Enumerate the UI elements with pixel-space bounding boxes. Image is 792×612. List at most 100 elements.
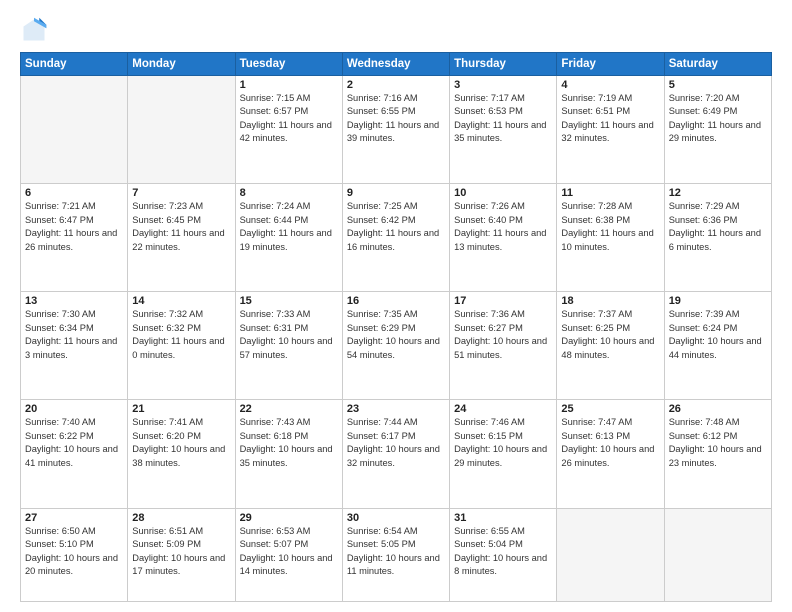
calendar-cell: 22Sunrise: 7:43 AM Sunset: 6:18 PM Dayli… [235, 400, 342, 508]
day-number: 18 [561, 295, 659, 307]
day-number: 16 [347, 295, 445, 307]
day-number: 6 [25, 187, 123, 199]
calendar-cell: 11Sunrise: 7:28 AM Sunset: 6:38 PM Dayli… [557, 184, 664, 292]
calendar-cell: 6Sunrise: 7:21 AM Sunset: 6:47 PM Daylig… [21, 184, 128, 292]
calendar-cell: 25Sunrise: 7:47 AM Sunset: 6:13 PM Dayli… [557, 400, 664, 508]
calendar-cell: 9Sunrise: 7:25 AM Sunset: 6:42 PM Daylig… [342, 184, 449, 292]
day-info: Sunrise: 7:16 AM Sunset: 6:55 PM Dayligh… [347, 92, 445, 146]
day-info: Sunrise: 7:37 AM Sunset: 6:25 PM Dayligh… [561, 308, 659, 362]
calendar-cell: 12Sunrise: 7:29 AM Sunset: 6:36 PM Dayli… [664, 184, 771, 292]
calendar-cell [21, 76, 128, 184]
day-number: 30 [347, 512, 445, 524]
day-number: 28 [132, 512, 230, 524]
day-number: 8 [240, 187, 338, 199]
calendar-cell [664, 508, 771, 601]
day-info: Sunrise: 7:19 AM Sunset: 6:51 PM Dayligh… [561, 92, 659, 146]
calendar-cell: 20Sunrise: 7:40 AM Sunset: 6:22 PM Dayli… [21, 400, 128, 508]
weekday-header-wednesday: Wednesday [342, 53, 449, 76]
calendar-cell: 13Sunrise: 7:30 AM Sunset: 6:34 PM Dayli… [21, 292, 128, 400]
day-number: 27 [25, 512, 123, 524]
day-number: 7 [132, 187, 230, 199]
weekday-header-tuesday: Tuesday [235, 53, 342, 76]
calendar-cell: 29Sunrise: 6:53 AM Sunset: 5:07 PM Dayli… [235, 508, 342, 601]
weekday-header-row: SundayMondayTuesdayWednesdayThursdayFrid… [21, 53, 772, 76]
header [20, 16, 772, 44]
week-row-5: 27Sunrise: 6:50 AM Sunset: 5:10 PM Dayli… [21, 508, 772, 601]
day-info: Sunrise: 7:23 AM Sunset: 6:45 PM Dayligh… [132, 200, 230, 254]
calendar-cell: 31Sunrise: 6:55 AM Sunset: 5:04 PM Dayli… [450, 508, 557, 601]
logo-icon [20, 16, 48, 44]
page: SundayMondayTuesdayWednesdayThursdayFrid… [0, 0, 792, 612]
calendar-cell: 15Sunrise: 7:33 AM Sunset: 6:31 PM Dayli… [235, 292, 342, 400]
calendar-cell: 18Sunrise: 7:37 AM Sunset: 6:25 PM Dayli… [557, 292, 664, 400]
week-row-1: 1Sunrise: 7:15 AM Sunset: 6:57 PM Daylig… [21, 76, 772, 184]
day-info: Sunrise: 7:40 AM Sunset: 6:22 PM Dayligh… [25, 416, 123, 470]
calendar-cell: 16Sunrise: 7:35 AM Sunset: 6:29 PM Dayli… [342, 292, 449, 400]
weekday-header-saturday: Saturday [664, 53, 771, 76]
day-number: 31 [454, 512, 552, 524]
day-number: 12 [669, 187, 767, 199]
day-info: Sunrise: 7:33 AM Sunset: 6:31 PM Dayligh… [240, 308, 338, 362]
day-info: Sunrise: 7:48 AM Sunset: 6:12 PM Dayligh… [669, 416, 767, 470]
day-info: Sunrise: 7:20 AM Sunset: 6:49 PM Dayligh… [669, 92, 767, 146]
day-number: 3 [454, 79, 552, 91]
day-info: Sunrise: 7:26 AM Sunset: 6:40 PM Dayligh… [454, 200, 552, 254]
day-number: 4 [561, 79, 659, 91]
calendar-table: SundayMondayTuesdayWednesdayThursdayFrid… [20, 52, 772, 602]
day-info: Sunrise: 7:44 AM Sunset: 6:17 PM Dayligh… [347, 416, 445, 470]
week-row-2: 6Sunrise: 7:21 AM Sunset: 6:47 PM Daylig… [21, 184, 772, 292]
week-row-3: 13Sunrise: 7:30 AM Sunset: 6:34 PM Dayli… [21, 292, 772, 400]
day-info: Sunrise: 7:28 AM Sunset: 6:38 PM Dayligh… [561, 200, 659, 254]
day-info: Sunrise: 7:17 AM Sunset: 6:53 PM Dayligh… [454, 92, 552, 146]
logo [20, 16, 52, 44]
calendar-cell: 8Sunrise: 7:24 AM Sunset: 6:44 PM Daylig… [235, 184, 342, 292]
day-info: Sunrise: 7:43 AM Sunset: 6:18 PM Dayligh… [240, 416, 338, 470]
day-info: Sunrise: 7:15 AM Sunset: 6:57 PM Dayligh… [240, 92, 338, 146]
day-number: 2 [347, 79, 445, 91]
calendar-cell: 17Sunrise: 7:36 AM Sunset: 6:27 PM Dayli… [450, 292, 557, 400]
calendar-cell: 10Sunrise: 7:26 AM Sunset: 6:40 PM Dayli… [450, 184, 557, 292]
calendar-cell: 30Sunrise: 6:54 AM Sunset: 5:05 PM Dayli… [342, 508, 449, 601]
calendar-cell: 14Sunrise: 7:32 AM Sunset: 6:32 PM Dayli… [128, 292, 235, 400]
day-number: 10 [454, 187, 552, 199]
calendar-cell: 21Sunrise: 7:41 AM Sunset: 6:20 PM Dayli… [128, 400, 235, 508]
day-info: Sunrise: 7:35 AM Sunset: 6:29 PM Dayligh… [347, 308, 445, 362]
day-info: Sunrise: 6:55 AM Sunset: 5:04 PM Dayligh… [454, 525, 552, 579]
day-info: Sunrise: 7:36 AM Sunset: 6:27 PM Dayligh… [454, 308, 552, 362]
day-number: 21 [132, 403, 230, 415]
day-number: 25 [561, 403, 659, 415]
day-number: 11 [561, 187, 659, 199]
day-number: 19 [669, 295, 767, 307]
calendar-cell: 26Sunrise: 7:48 AM Sunset: 6:12 PM Dayli… [664, 400, 771, 508]
day-number: 5 [669, 79, 767, 91]
day-info: Sunrise: 7:21 AM Sunset: 6:47 PM Dayligh… [25, 200, 123, 254]
calendar-cell [128, 76, 235, 184]
day-info: Sunrise: 7:46 AM Sunset: 6:15 PM Dayligh… [454, 416, 552, 470]
day-number: 20 [25, 403, 123, 415]
day-info: Sunrise: 7:47 AM Sunset: 6:13 PM Dayligh… [561, 416, 659, 470]
day-info: Sunrise: 7:29 AM Sunset: 6:36 PM Dayligh… [669, 200, 767, 254]
weekday-header-sunday: Sunday [21, 53, 128, 76]
day-info: Sunrise: 6:50 AM Sunset: 5:10 PM Dayligh… [25, 525, 123, 579]
day-number: 9 [347, 187, 445, 199]
weekday-header-friday: Friday [557, 53, 664, 76]
day-info: Sunrise: 6:53 AM Sunset: 5:07 PM Dayligh… [240, 525, 338, 579]
day-info: Sunrise: 7:41 AM Sunset: 6:20 PM Dayligh… [132, 416, 230, 470]
day-number: 13 [25, 295, 123, 307]
weekday-header-monday: Monday [128, 53, 235, 76]
day-info: Sunrise: 6:54 AM Sunset: 5:05 PM Dayligh… [347, 525, 445, 579]
calendar-cell [557, 508, 664, 601]
calendar-cell: 28Sunrise: 6:51 AM Sunset: 5:09 PM Dayli… [128, 508, 235, 601]
calendar-cell: 19Sunrise: 7:39 AM Sunset: 6:24 PM Dayli… [664, 292, 771, 400]
calendar-cell: 3Sunrise: 7:17 AM Sunset: 6:53 PM Daylig… [450, 76, 557, 184]
day-info: Sunrise: 7:32 AM Sunset: 6:32 PM Dayligh… [132, 308, 230, 362]
calendar-cell: 1Sunrise: 7:15 AM Sunset: 6:57 PM Daylig… [235, 76, 342, 184]
day-info: Sunrise: 7:24 AM Sunset: 6:44 PM Dayligh… [240, 200, 338, 254]
day-info: Sunrise: 7:30 AM Sunset: 6:34 PM Dayligh… [25, 308, 123, 362]
calendar-cell: 4Sunrise: 7:19 AM Sunset: 6:51 PM Daylig… [557, 76, 664, 184]
day-number: 29 [240, 512, 338, 524]
day-number: 26 [669, 403, 767, 415]
day-number: 23 [347, 403, 445, 415]
calendar-cell: 2Sunrise: 7:16 AM Sunset: 6:55 PM Daylig… [342, 76, 449, 184]
day-number: 17 [454, 295, 552, 307]
